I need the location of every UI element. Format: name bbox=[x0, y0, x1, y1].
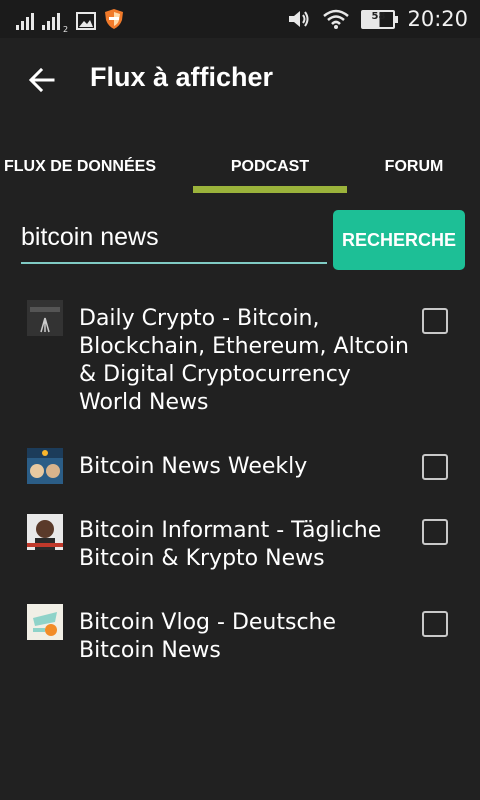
list-item-label: Bitcoin Vlog - Deutsche Bitcoin News bbox=[79, 610, 337, 663]
podcast-thumbnail bbox=[27, 514, 63, 550]
list-item-checkbox[interactable] bbox=[422, 611, 448, 637]
wifi-icon bbox=[323, 9, 350, 29]
tab-indicator bbox=[193, 186, 347, 193]
podcast-thumbnail bbox=[27, 448, 63, 484]
list-item[interactable]: Daily Crypto - Bitcoin, Blockchain, Ethe… bbox=[0, 300, 480, 420]
list-item[interactable]: Bitcoin News Weekly bbox=[0, 447, 480, 487]
list-item-checkbox[interactable] bbox=[422, 308, 448, 334]
volume-icon bbox=[289, 11, 309, 27]
podcast-thumbnail bbox=[27, 300, 63, 336]
shield-icon bbox=[105, 9, 124, 29]
app-bar: Flux à afficher bbox=[0, 38, 480, 122]
image-icon bbox=[76, 12, 97, 30]
battery-level: 58 bbox=[371, 10, 386, 22]
clock: 20:20 bbox=[407, 7, 468, 31]
battery-icon: 58 bbox=[361, 9, 399, 29]
list-item-label: Bitcoin News Weekly bbox=[79, 454, 308, 479]
list-item-label: Bitcoin Informant - Tägliche Bitcoin & K… bbox=[79, 518, 382, 571]
search-button[interactable]: RECHERCHE bbox=[333, 210, 465, 270]
tab-flux-de-donnees[interactable]: FLUX DE DONNÉES bbox=[0, 140, 160, 194]
list-item[interactable]: Bitcoin Vlog - Deutsche Bitcoin News bbox=[0, 604, 480, 674]
list-item-label: Daily Crypto - Bitcoin, Blockchain, Ethe… bbox=[79, 306, 409, 415]
status-bar: 2 58 20:20 bbox=[0, 0, 480, 38]
podcast-thumbnail bbox=[27, 604, 63, 640]
sim-slot-label: 2 bbox=[63, 25, 69, 34]
signal-icon bbox=[16, 12, 34, 30]
list-item-checkbox[interactable] bbox=[422, 454, 448, 480]
arrow-left-icon[interactable] bbox=[26, 64, 58, 96]
signal-icon: 2 bbox=[42, 12, 68, 34]
page-title: Flux à afficher bbox=[90, 62, 274, 92]
tab-forum[interactable]: FORUM bbox=[366, 140, 462, 194]
search-input[interactable] bbox=[21, 212, 327, 264]
tab-bar: FLUX DE DONNÉES PODCAST FORUM bbox=[0, 140, 480, 196]
list-item-checkbox[interactable] bbox=[422, 519, 448, 545]
list-item[interactable]: Bitcoin Informant - Tägliche Bitcoin & K… bbox=[0, 512, 480, 582]
